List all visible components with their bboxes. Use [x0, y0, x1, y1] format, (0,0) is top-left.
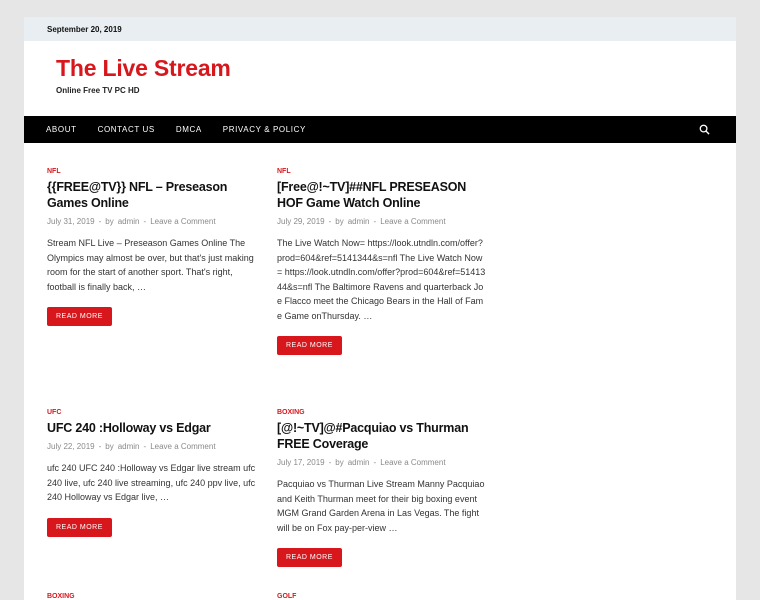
- post-comment-link[interactable]: Leave a Comment: [150, 217, 215, 226]
- post-meta: July 31, 2019 - by admin - Leave a Comme…: [47, 217, 257, 226]
- top-bar: September 20, 2019: [24, 17, 736, 41]
- post-category[interactable]: GOLF: [277, 593, 296, 600]
- read-more-button[interactable]: READ MORE: [277, 548, 342, 567]
- post-comment-link[interactable]: Leave a Comment: [150, 442, 215, 451]
- read-more-button[interactable]: READ MORE: [47, 517, 112, 537]
- meta-separator: -: [328, 217, 332, 226]
- meta-separator: -: [328, 458, 332, 467]
- nav-dmca[interactable]: DMCA: [176, 125, 202, 134]
- meta-separator: -: [373, 458, 377, 467]
- post-excerpt: The Live Watch Now= https://look.utndln.…: [277, 238, 486, 321]
- post-title[interactable]: [@!~TV]@#Pacquiao vs Thurman FREE Covera…: [277, 420, 487, 452]
- post-category[interactable]: BOXING: [277, 409, 487, 416]
- post-title[interactable]: [Free@!~TV]##NFL PRESEASON HOF Game Watc…: [277, 179, 487, 211]
- post-excerpt: Pacquiao vs Thurman Live Stream Manny Pa…: [277, 479, 485, 533]
- post-title[interactable]: UFC 240 :Holloway vs Edgar: [47, 420, 257, 436]
- post-date[interactable]: July 29, 2019: [277, 217, 325, 226]
- post-by: by: [105, 217, 114, 226]
- meta-separator: -: [98, 217, 102, 226]
- post-category[interactable]: BOXING: [47, 593, 75, 600]
- post-date[interactable]: July 17, 2019: [277, 458, 325, 467]
- post-date[interactable]: July 31, 2019: [47, 217, 95, 226]
- site-title[interactable]: The Live Stream: [56, 55, 231, 82]
- post-author[interactable]: admin: [348, 217, 370, 226]
- post-comment-link[interactable]: Leave a Comment: [380, 217, 445, 226]
- post-author[interactable]: admin: [348, 458, 370, 467]
- read-more-button[interactable]: READ MORE: [47, 307, 112, 326]
- post-comment-link[interactable]: Leave a Comment: [380, 458, 445, 467]
- post-author[interactable]: admin: [118, 217, 140, 226]
- post-card: UFC UFC 240 :Holloway vs Edgar July 22, …: [47, 409, 257, 537]
- post-date[interactable]: July 22, 2019: [47, 442, 95, 451]
- post-title[interactable]: {{FREE@TV}} NFL – Preseason Games Online: [47, 179, 257, 211]
- post-meta: July 29, 2019 - by admin - Leave a Comme…: [277, 217, 487, 226]
- site-description: Online Free TV PC HD: [56, 86, 140, 95]
- nav-privacy-policy[interactable]: PRIVACY & POLICY: [223, 125, 306, 134]
- post-by: by: [105, 442, 114, 451]
- post-category[interactable]: UFC: [47, 409, 257, 416]
- post-by: by: [335, 217, 344, 226]
- meta-separator: -: [143, 217, 147, 226]
- read-more-button[interactable]: READ MORE: [277, 336, 342, 355]
- post-excerpt: ufc 240 UFC 240 :Holloway vs Edgar live …: [47, 463, 256, 502]
- post-category[interactable]: NFL: [277, 168, 487, 175]
- post-category[interactable]: NFL: [47, 168, 257, 175]
- page-container: September 20, 2019 The Live Stream Onlin…: [24, 17, 736, 600]
- post-card: BOXING [@!~TV]@#Pacquiao vs Thurman FREE…: [277, 409, 487, 567]
- post-meta: July 17, 2019 - by admin - Leave a Comme…: [277, 458, 487, 467]
- post-author[interactable]: admin: [118, 442, 140, 451]
- top-bar-date: September 20, 2019: [47, 24, 122, 34]
- post-card: NFL [Free@!~TV]##NFL PRESEASON HOF Game …: [277, 168, 487, 355]
- post-by: by: [335, 458, 344, 467]
- meta-separator: -: [143, 442, 147, 451]
- post-card: NFL {{FREE@TV}} NFL – Preseason Games On…: [47, 168, 257, 326]
- main-nav: ABOUT CONTACT US DMCA PRIVACY & POLICY: [24, 116, 736, 143]
- nav-about[interactable]: ABOUT: [46, 125, 77, 134]
- meta-separator: -: [98, 442, 102, 451]
- search-icon[interactable]: [699, 124, 710, 135]
- meta-separator: -: [373, 217, 377, 226]
- post-excerpt: Stream NFL Live – Preseason Games Online…: [47, 238, 254, 292]
- post-meta: July 22, 2019 - by admin - Leave a Comme…: [47, 442, 257, 451]
- nav-contact-us[interactable]: CONTACT US: [98, 125, 155, 134]
